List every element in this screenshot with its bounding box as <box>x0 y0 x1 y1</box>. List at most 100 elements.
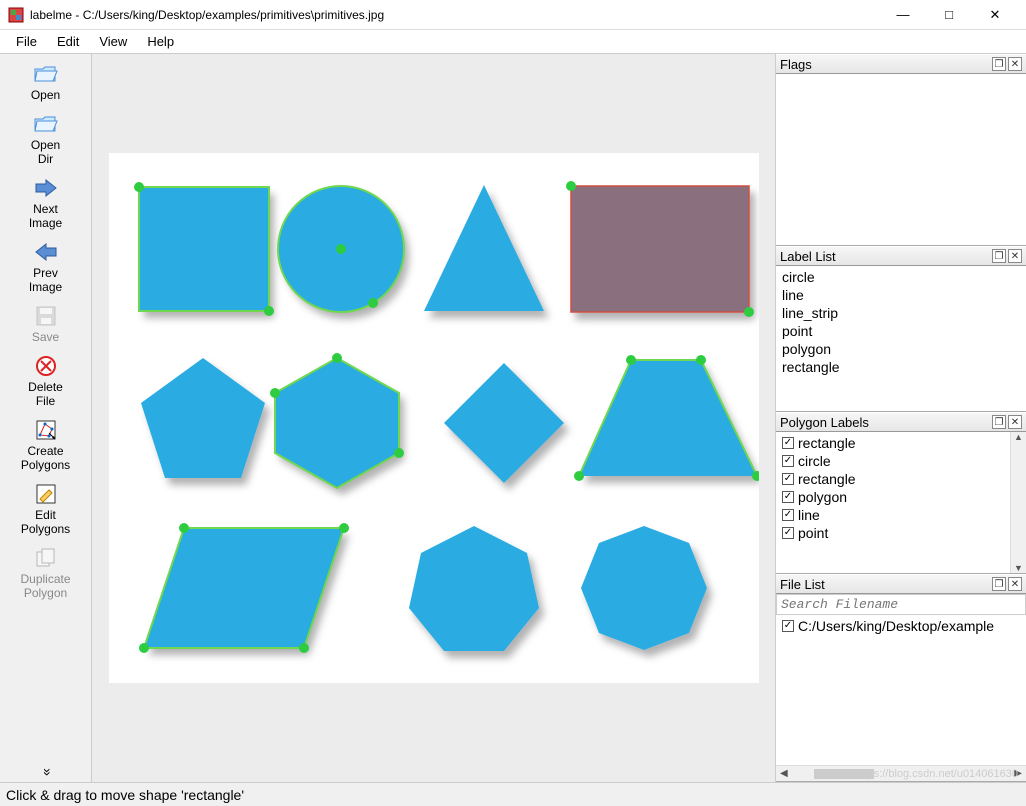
polygon-label-item[interactable]: ✓ rectangle <box>776 434 1010 452</box>
polygon-edit-icon <box>33 482 59 506</box>
checkbox-icon[interactable]: ✓ <box>782 509 794 521</box>
watermark: https://blog.csdn.net/u014061630 <box>855 768 1018 780</box>
polygon-label-text: circle <box>798 453 831 469</box>
duplicate-icon <box>33 546 59 570</box>
scroll-left-icon[interactable]: ◀ <box>776 768 792 779</box>
flags-panel-title: Flags <box>780 57 812 72</box>
polygon-label-text: line <box>798 507 820 523</box>
close-icon[interactable]: ✕ <box>1008 249 1022 263</box>
polygon-create-icon <box>33 418 59 442</box>
folder-dir-icon <box>33 112 59 136</box>
window-controls: — □ ✕ <box>880 0 1018 30</box>
menubar: File Edit View Help <box>0 30 1026 54</box>
prev-image-button[interactable]: Prev Image <box>3 236 88 300</box>
polygon-label-item[interactable]: ✓ point <box>776 524 1010 542</box>
duplicate-polygon-label: Duplicate Polygon <box>20 572 70 600</box>
label-list-body[interactable]: circle line line_strip point polygon rec… <box>776 266 1026 411</box>
polygon-label-item[interactable]: ✓ line <box>776 506 1010 524</box>
save-label: Save <box>32 330 59 344</box>
minimize-button[interactable]: — <box>880 0 926 30</box>
polygon-label-item[interactable]: ✓ circle <box>776 452 1010 470</box>
menu-help[interactable]: Help <box>137 32 184 51</box>
polygon-labels-body[interactable]: ✓ rectangle ✓ circle ✓ rectangle ✓ polygon ✓… <box>776 432 1026 573</box>
list-item[interactable]: line <box>776 286 1026 304</box>
close-button[interactable]: ✕ <box>972 0 1018 30</box>
delete-icon <box>33 354 59 378</box>
checkbox-icon[interactable]: ✓ <box>782 491 794 503</box>
flags-panel-header[interactable]: Flags ❐ ✕ <box>776 54 1026 74</box>
file-list-text: C:/Users/king/Desktop/example <box>798 618 994 634</box>
polygon-label-item[interactable]: ✓ polygon <box>776 488 1010 506</box>
checkbox-icon[interactable]: ✓ <box>782 473 794 485</box>
open-dir-button[interactable]: Open Dir <box>3 108 88 172</box>
list-item[interactable]: rectangle <box>776 358 1026 376</box>
create-polygons-button[interactable]: Create Polygons <box>3 414 88 478</box>
delete-file-label: Delete File <box>28 380 63 408</box>
edit-polygons-label: Edit Polygons <box>21 508 70 536</box>
undock-icon[interactable]: ❐ <box>992 415 1006 429</box>
close-icon[interactable]: ✕ <box>1008 577 1022 591</box>
label-list-panel: Label List ❐ ✕ circle line line_strip po… <box>776 246 1026 412</box>
edit-polygons-button[interactable]: Edit Polygons <box>3 478 88 542</box>
polygon-label-text: rectangle <box>798 471 856 487</box>
open-label: Open <box>31 88 60 102</box>
list-item[interactable]: point <box>776 322 1026 340</box>
scroll-down-icon[interactable]: ▼ <box>1014 563 1023 573</box>
next-image-button[interactable]: Next Image <box>3 172 88 236</box>
window-title: labelme - C:/Users/king/Desktop/examples… <box>30 8 880 22</box>
menu-view[interactable]: View <box>89 32 137 51</box>
undock-icon[interactable]: ❐ <box>992 57 1006 71</box>
app-icon <box>8 7 24 23</box>
scroll-up-icon[interactable]: ▲ <box>1014 432 1023 442</box>
toolbar-expand-button[interactable]: » <box>35 768 55 776</box>
main-area: Open Open Dir Next Image Prev Image Save… <box>0 54 1026 782</box>
maximize-button[interactable]: □ <box>926 0 972 30</box>
open-dir-label: Open Dir <box>31 138 60 166</box>
list-item[interactable]: polygon <box>776 340 1026 358</box>
polygon-label-item[interactable]: ✓ rectangle <box>776 470 1010 488</box>
toolbar: Open Open Dir Next Image Prev Image Save… <box>0 54 92 782</box>
close-icon[interactable]: ✕ <box>1008 57 1022 71</box>
label-list-panel-header[interactable]: Label List ❐ ✕ <box>776 246 1026 266</box>
duplicate-polygon-button[interactable]: Duplicate Polygon <box>3 542 88 606</box>
file-list-panel: File List ❐ ✕ ✓ C:/Users/king/Desktop/exa… <box>776 574 1026 782</box>
file-list-panel-header[interactable]: File List ❐ ✕ <box>776 574 1026 594</box>
checkbox-icon[interactable]: ✓ <box>782 527 794 539</box>
polygon-label-text: polygon <box>798 489 847 505</box>
close-icon[interactable]: ✕ <box>1008 415 1022 429</box>
statusbar: Click & drag to move shape 'rectangle' <box>0 782 1026 806</box>
status-text: Click & drag to move shape 'rectangle' <box>6 787 244 803</box>
menu-file[interactable]: File <box>6 32 47 51</box>
checkbox-icon[interactable]: ✓ <box>782 455 794 467</box>
arrow-right-icon <box>33 176 59 200</box>
search-filename-input[interactable] <box>776 594 1026 615</box>
open-button[interactable]: Open <box>3 58 88 108</box>
menu-edit[interactable]: Edit <box>47 32 89 51</box>
polygon-label-text: rectangle <box>798 435 856 451</box>
flags-panel: Flags ❐ ✕ <box>776 54 1026 246</box>
polygon-labels-panel-header[interactable]: Polygon Labels ❐ ✕ <box>776 412 1026 432</box>
canvas-image[interactable] <box>109 153 759 683</box>
delete-file-button[interactable]: Delete File <box>3 350 88 414</box>
canvas-area[interactable] <box>92 54 775 782</box>
folder-open-icon <box>33 62 59 86</box>
file-list-body[interactable]: ✓C:/Users/king/Desktop/example ◀▶ <box>776 594 1026 781</box>
polygon-labels-panel-title: Polygon Labels <box>780 415 869 430</box>
label-list-panel-title: Label List <box>780 249 836 264</box>
polygon-label-text: point <box>798 525 828 541</box>
arrow-left-icon <box>33 240 59 264</box>
polygon-labels-panel: Polygon Labels ❐ ✕ ✓ rectangle ✓ circle ✓ r… <box>776 412 1026 574</box>
save-button[interactable]: Save <box>3 300 88 350</box>
vertical-scrollbar[interactable]: ▲▼ <box>1010 432 1026 573</box>
checkbox-icon[interactable]: ✓ <box>782 437 794 449</box>
right-panel-column: Flags ❐ ✕ Label List ❐ ✕ circle line lin… <box>775 54 1026 782</box>
checkbox-icon[interactable]: ✓ <box>782 620 794 632</box>
create-polygons-label: Create Polygons <box>21 444 70 472</box>
undock-icon[interactable]: ❐ <box>992 249 1006 263</box>
flags-panel-body[interactable] <box>776 74 1026 245</box>
floppy-icon <box>33 304 59 328</box>
undock-icon[interactable]: ❐ <box>992 577 1006 591</box>
list-item[interactable]: line_strip <box>776 304 1026 322</box>
file-list-item[interactable]: ✓ C:/Users/king/Desktop/example <box>776 617 1026 635</box>
list-item[interactable]: circle <box>776 268 1026 286</box>
